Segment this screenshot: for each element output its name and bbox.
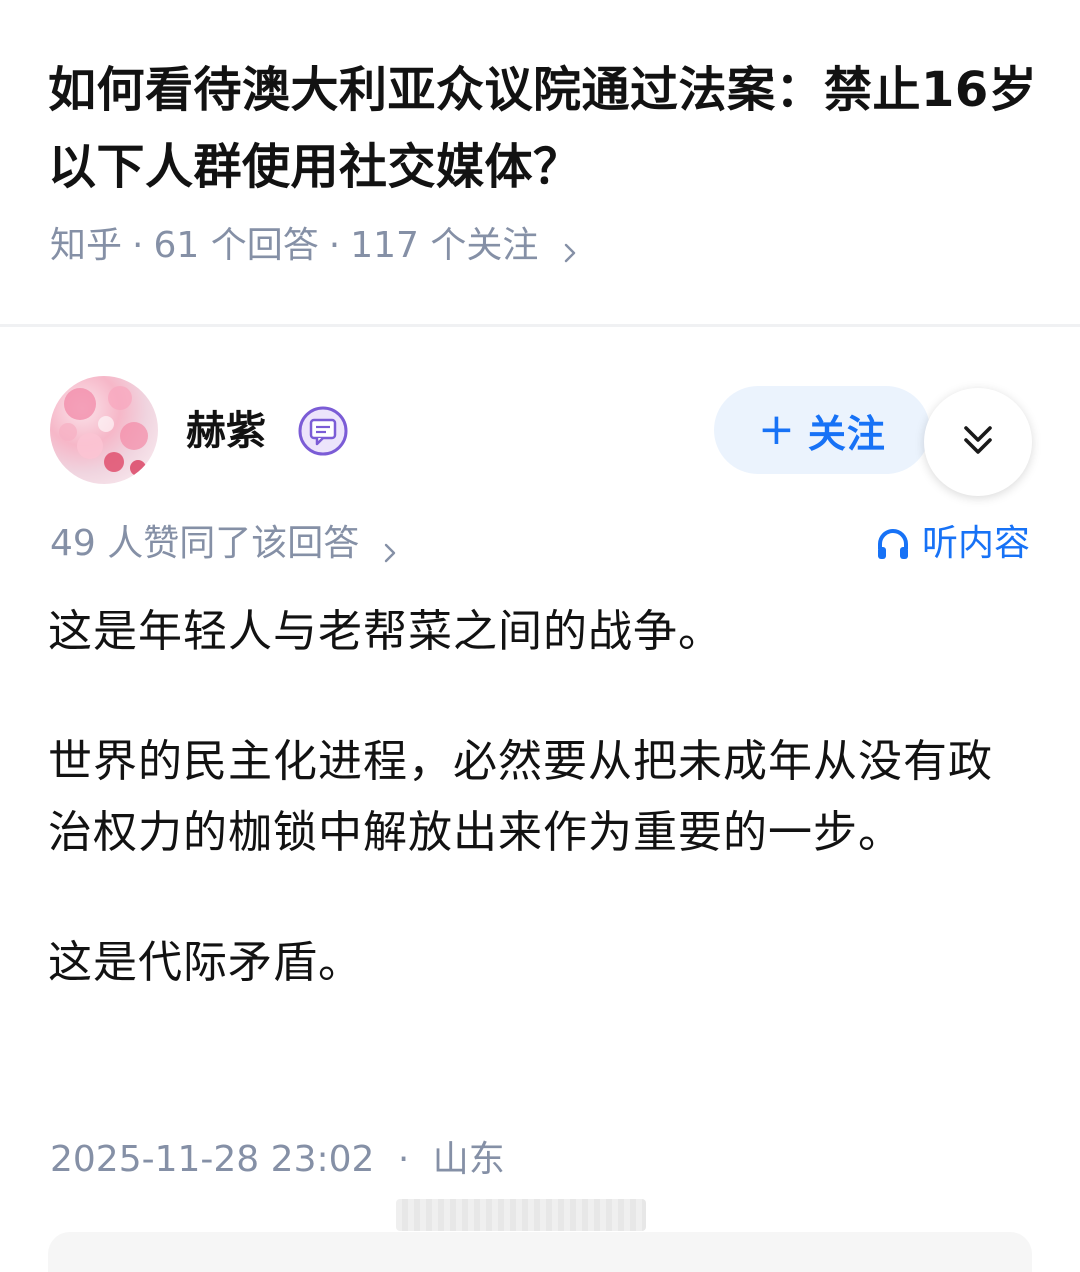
expand-button[interactable] (924, 388, 1032, 496)
watermark (396, 1199, 646, 1231)
meta-separator: · (397, 1139, 410, 1180)
message-badge-icon[interactable] (297, 405, 349, 457)
post-location: 山东 (432, 1139, 505, 1180)
question-header[interactable]: 如何看待澳大利亚众议院通过法案：禁止16岁以下人群使用社交媒体？ 知乎 · 61… (0, 0, 1080, 326)
question-title[interactable]: 如何看待澳大利亚众议院通过法案：禁止16岁以下人群使用社交媒体？ (48, 52, 1038, 206)
section-divider (0, 324, 1080, 327)
meta-separator: · (328, 225, 341, 266)
author-avatar[interactable] (50, 376, 158, 484)
answer-paragraph: 世界的民主化进程，必然要从把未成年从没有政治权力的枷锁中解放出来作为重要的一步。 (48, 736, 993, 858)
bottom-card (48, 1232, 1032, 1272)
headphones-icon (874, 525, 912, 563)
answer-paragraph: 这是代际矛盾。 (48, 937, 363, 988)
question-meta[interactable]: 知乎 · 61 个回答 · 117 个关注 (50, 222, 584, 270)
chevron-right-icon (556, 232, 584, 263)
vote-count: 49 人赞同了该回答 (50, 523, 360, 564)
follow-label: 关注 (807, 411, 886, 456)
answer-count: 61 个回答 (153, 225, 319, 266)
follower-count: 117 个关注 (350, 225, 539, 266)
answer-footer: 2025-11-28 23:02 · 山东 (50, 1136, 505, 1184)
listen-label: 听内容 (921, 523, 1030, 564)
plus-icon: + (758, 404, 796, 455)
follow-button[interactable]: + 关注 (714, 386, 930, 474)
post-datetime: 2025-11-28 23:02 (50, 1139, 375, 1180)
answer-paragraph: 这是年轻人与老帮菜之间的战争。 (48, 606, 723, 657)
vote-summary[interactable]: 49 人赞同了该回答 (50, 520, 403, 568)
double-chevron-down-icon (958, 420, 998, 464)
author-name[interactable]: 赫紫 (186, 407, 266, 455)
meta-separator: · (132, 225, 144, 266)
chevron-right-icon (377, 531, 403, 563)
source-label: 知乎 (50, 225, 123, 266)
listen-button[interactable]: 听内容 (874, 520, 1030, 568)
answer-content[interactable]: 这是年轻人与老帮菜之间的战争。 世界的民主化进程，必然要从把未成年从没有政治权力… (48, 596, 1033, 998)
